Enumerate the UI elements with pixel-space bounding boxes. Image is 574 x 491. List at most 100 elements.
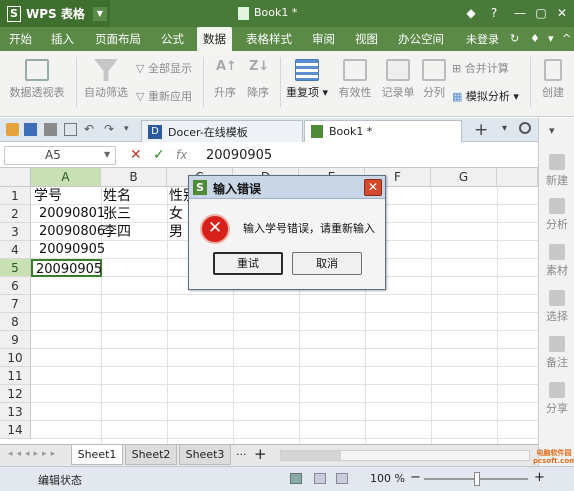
pane-new-button[interactable]: 新建: [539, 154, 574, 188]
split-columns-button[interactable]: 分列: [420, 59, 448, 100]
pane-analysis-button[interactable]: 分析: [539, 198, 574, 232]
tab-view[interactable]: 视图: [355, 31, 378, 47]
sync-icon[interactable]: ↻: [510, 32, 519, 45]
shirt-icon[interactable]: ♦: [530, 32, 540, 45]
more-icon[interactable]: ▾: [548, 32, 554, 45]
pane-select-button[interactable]: 选择: [539, 290, 574, 324]
cancel-button[interactable]: 取消: [292, 252, 362, 275]
login-link[interactable]: 未登录: [466, 31, 499, 47]
row-header[interactable]: 12: [0, 385, 31, 403]
page-break-view-icon[interactable]: [336, 473, 348, 484]
sheet-tab-1[interactable]: Sheet1: [71, 445, 123, 465]
formula-input[interactable]: 20090905: [206, 148, 272, 163]
row-header[interactable]: 14: [0, 421, 31, 439]
sheet-tab-2[interactable]: Sheet2: [125, 445, 177, 465]
fx-icon[interactable]: fx: [176, 148, 187, 162]
sheet-tab-3[interactable]: Sheet3: [179, 445, 231, 465]
sort-descending-button[interactable]: Z↓ 降序: [243, 59, 273, 100]
row-header[interactable]: 9: [0, 331, 31, 349]
redo-icon[interactable]: ↷: [104, 123, 117, 136]
zoom-level[interactable]: 100 %: [370, 472, 405, 485]
cell-a1[interactable]: 学号: [34, 187, 62, 205]
row-header[interactable]: 11: [0, 367, 31, 385]
select-all-corner[interactable]: [0, 168, 31, 187]
sort-ascending-button[interactable]: A↑ 升序: [210, 59, 240, 100]
cell-b1[interactable]: 姓名: [103, 187, 131, 205]
tab-page-layout[interactable]: 页面布局: [95, 31, 141, 47]
record-form-button[interactable]: 记录单: [378, 59, 418, 100]
dialog-close-button[interactable]: ✕: [364, 179, 382, 196]
cell-a5-active[interactable]: 20090905: [31, 259, 102, 277]
maximize-button[interactable]: ▢: [533, 6, 549, 20]
row-header[interactable]: 1: [0, 187, 31, 205]
column-header[interactable]: G: [431, 168, 497, 187]
zoom-out-button[interactable]: −: [410, 470, 421, 485]
row-header[interactable]: 8: [0, 313, 31, 331]
cell-c2[interactable]: 女: [169, 205, 183, 223]
simulate-analysis-button[interactable]: ▦ 模拟分析 ▾: [452, 88, 519, 104]
pane-notes-button[interactable]: 备注: [539, 336, 574, 370]
customize-toolbar-icon[interactable]: ▾: [124, 123, 137, 136]
tab-table-style[interactable]: 表格样式: [246, 31, 292, 47]
row-header[interactable]: 6: [0, 277, 31, 295]
show-all-button[interactable]: ▽ 全部显示: [136, 60, 192, 76]
merge-calc-button[interactable]: ⊞ 合并计算: [452, 60, 509, 76]
pane-share-button[interactable]: 分享: [539, 382, 574, 416]
pane-options-icon[interactable]: ▾: [549, 124, 555, 137]
open-folder-icon[interactable]: [6, 123, 19, 136]
more-sheets-icon[interactable]: ···: [236, 448, 247, 461]
page-layout-view-icon[interactable]: [314, 473, 326, 484]
tab-formulas[interactable]: 公式: [161, 31, 184, 47]
horizontal-scrollbar[interactable]: [280, 450, 530, 461]
column-header[interactable]: A: [31, 168, 101, 187]
save-icon[interactable]: [24, 123, 37, 136]
pane-material-button[interactable]: 素材: [539, 244, 574, 278]
help-icon[interactable]: ?: [486, 6, 502, 20]
cell-a2[interactable]: 20090801: [39, 205, 105, 223]
tab-home[interactable]: 开始: [9, 31, 32, 47]
cell-c3[interactable]: 男: [169, 223, 183, 241]
skin-icon[interactable]: ◆: [463, 6, 479, 20]
add-sheet-button[interactable]: +: [254, 445, 267, 463]
cell-b3[interactable]: 李四: [103, 223, 131, 241]
row-header[interactable]: 4: [0, 241, 31, 259]
row-header[interactable]: 7: [0, 295, 31, 313]
scrollbar-thumb[interactable]: [281, 451, 341, 460]
name-box[interactable]: A5: [4, 146, 116, 165]
normal-view-icon[interactable]: [290, 473, 302, 484]
collapse-ribbon-icon[interactable]: ^: [562, 32, 571, 45]
undo-icon[interactable]: ↶: [84, 123, 97, 136]
tab-data[interactable]: 数据: [197, 27, 232, 51]
reapply-button[interactable]: ▽ 重新应用: [136, 88, 192, 104]
column-header[interactable]: B: [101, 168, 167, 187]
row-header[interactable]: 5: [0, 259, 31, 277]
row-header[interactable]: 3: [0, 223, 31, 241]
dialog-title-bar[interactable]: S 输入错误 ✕: [189, 176, 385, 199]
tab-list-chevron-icon[interactable]: ▾: [502, 123, 507, 134]
close-window-button[interactable]: ✕: [554, 6, 570, 20]
sheet-nav-arrows-icon[interactable]: ◂◂◂▸▸▸: [8, 449, 59, 459]
minimize-button[interactable]: —: [512, 6, 528, 20]
duplicates-button[interactable]: 重复项 ▾: [284, 59, 330, 100]
row-header[interactable]: 2: [0, 205, 31, 223]
row-header[interactable]: 13: [0, 403, 31, 421]
print-preview-icon[interactable]: [64, 123, 77, 136]
zoom-in-button[interactable]: +: [534, 470, 545, 485]
cell-a4[interactable]: 20090905: [39, 241, 105, 259]
tab-docer-templates[interactable]: D Docer-在线模板: [141, 120, 303, 142]
cell-a3[interactable]: 20090806: [39, 223, 105, 241]
confirm-entry-icon[interactable]: ✓: [153, 147, 165, 163]
new-tab-button[interactable]: +: [474, 120, 488, 140]
zoom-slider-thumb[interactable]: [474, 472, 480, 486]
validity-button[interactable]: 有效性: [335, 59, 375, 100]
tab-office-space[interactable]: 办公空间: [398, 31, 444, 47]
cell-b2[interactable]: 张三: [103, 205, 131, 223]
cancel-entry-icon[interactable]: ✕: [130, 147, 142, 163]
app-menu-button[interactable]: S WPS 表格 ▼: [0, 0, 110, 27]
create-group-button[interactable]: 创建: [535, 59, 571, 100]
print-icon[interactable]: [44, 123, 57, 136]
tab-insert[interactable]: 插入: [51, 31, 74, 47]
autofilter-button[interactable]: 自动筛选: [82, 59, 130, 100]
retry-button[interactable]: 重试: [213, 252, 283, 275]
name-box-dropdown-icon[interactable]: ▼: [104, 150, 110, 159]
